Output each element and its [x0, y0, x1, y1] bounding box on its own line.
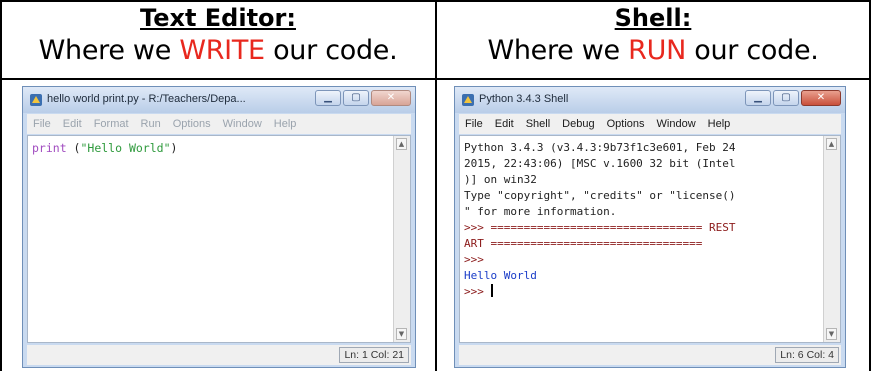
shell-subtitle: Where we RUN our code.: [437, 33, 869, 69]
menu-file[interactable]: File: [465, 118, 483, 130]
scroll-down-icon[interactable]: ▼: [396, 328, 407, 340]
menu-edit[interactable]: Edit: [63, 118, 82, 130]
menu-debug[interactable]: Debug: [562, 118, 594, 130]
menu-edit[interactable]: Edit: [495, 118, 514, 130]
shell-prompt: >>>: [464, 253, 484, 266]
scroll-up-icon[interactable]: ▲: [826, 138, 837, 150]
menu-window[interactable]: Window: [223, 118, 262, 130]
menu-options[interactable]: Options: [173, 118, 211, 130]
shell-line: " for more information.: [464, 205, 617, 218]
menu-shell[interactable]: Shell: [526, 118, 550, 130]
editor-titlebar[interactable]: hello world print.py - R:/Teachers/Depa.…: [23, 87, 415, 113]
shell-titlebar[interactable]: Python 3.4.3 Shell ▁ ▢ ✕: [455, 87, 845, 113]
program-output: Hello World: [464, 269, 537, 282]
shell-prompt: >>>: [464, 221, 491, 234]
shell-subtitle-start: Where we: [487, 35, 629, 66]
shell-cursor-position: Ln: 6 Col: 4: [775, 347, 839, 363]
editor-window-controls: ▁ ▢ ✕: [315, 90, 411, 108]
python-app-icon: [462, 94, 474, 106]
menu-format[interactable]: Format: [94, 118, 129, 130]
shell-text-area[interactable]: Python 3.4.3 (v3.4.3:9b73f1c3e601, Feb 2…: [459, 135, 841, 343]
editor-subtitle-highlight: WRITE: [179, 35, 265, 66]
shell-window-controls: ▁ ▢ ✕: [745, 90, 841, 108]
editor-menubar: File Edit Format Run Options Window Help: [27, 114, 411, 134]
shell-window: Python 3.4.3 Shell ▁ ▢ ✕ File Edit Shell…: [454, 86, 846, 368]
shell-line: 2015, 22:43:06) [MSC v.1600 32 bit (Inte…: [464, 157, 736, 170]
shell-line: )] on win32: [464, 173, 537, 186]
editor-statusbar: Ln: 1 Col: 21: [27, 345, 411, 365]
maximize-icon[interactable]: ▢: [773, 90, 799, 106]
shell-statusbar: Ln: 6 Col: 4: [459, 345, 841, 365]
menu-file[interactable]: File: [33, 118, 51, 130]
code-paren-close: ): [170, 141, 178, 155]
close-icon[interactable]: ✕: [371, 90, 411, 106]
editor-cursor-position: Ln: 1 Col: 21: [339, 347, 409, 363]
text-cursor: [490, 284, 493, 297]
code-keyword: print: [32, 141, 67, 155]
editor-code: print ("Hello World"): [32, 140, 390, 156]
code-string: "Hello World": [80, 141, 171, 155]
editor-header-cell: Text Editor: Where we WRITE our code.: [2, 3, 434, 69]
shell-line: Type "copyright", "credits" or "license(…: [464, 189, 736, 202]
shell-window-title: Python 3.4.3 Shell: [479, 93, 569, 105]
menu-help[interactable]: Help: [708, 118, 731, 130]
editor-heading: Text Editor:: [140, 4, 296, 32]
editor-scrollbar[interactable]: ▲ ▼: [393, 136, 410, 342]
restart-banner-cont: ART ================================: [464, 237, 703, 250]
close-icon[interactable]: ✕: [801, 90, 841, 106]
code-paren-open: (: [66, 141, 81, 155]
shell-subtitle-end: our code.: [685, 35, 819, 66]
shell-subtitle-highlight: RUN: [628, 35, 686, 66]
shell-prompt: >>>: [464, 285, 491, 298]
menu-help[interactable]: Help: [274, 118, 297, 130]
maximize-icon[interactable]: ▢: [343, 90, 369, 106]
menu-run[interactable]: Run: [141, 118, 161, 130]
restart-banner: ================================ REST: [490, 221, 736, 234]
menu-options[interactable]: Options: [607, 118, 645, 130]
menu-window[interactable]: Window: [657, 118, 696, 130]
minimize-icon[interactable]: ▁: [315, 90, 341, 106]
idle-app-icon: [30, 94, 42, 106]
scroll-up-icon[interactable]: ▲: [396, 138, 407, 150]
editor-window: hello world print.py - R:/Teachers/Depa.…: [22, 86, 416, 368]
editor-text-area[interactable]: print ("Hello World") ▲ ▼: [27, 135, 411, 343]
shell-scrollbar[interactable]: ▲ ▼: [823, 136, 840, 342]
shell-output: Python 3.4.3 (v3.4.3:9b73f1c3e601, Feb 2…: [464, 140, 820, 300]
scroll-down-icon[interactable]: ▼: [826, 328, 837, 340]
shell-header-cell: Shell: Where we RUN our code.: [437, 3, 869, 69]
minimize-icon[interactable]: ▁: [745, 90, 771, 106]
shell-menubar: File Edit Shell Debug Options Window Hel…: [459, 114, 841, 134]
shell-line: Python 3.4.3 (v3.4.3:9b73f1c3e601, Feb 2…: [464, 141, 736, 154]
editor-window-title: hello world print.py - R:/Teachers/Depa.…: [47, 93, 246, 105]
editor-subtitle: Where we WRITE our code.: [2, 33, 434, 69]
editor-subtitle-end: our code.: [264, 35, 398, 66]
shell-heading: Shell:: [614, 4, 692, 32]
editor-subtitle-start: Where we: [38, 35, 180, 66]
